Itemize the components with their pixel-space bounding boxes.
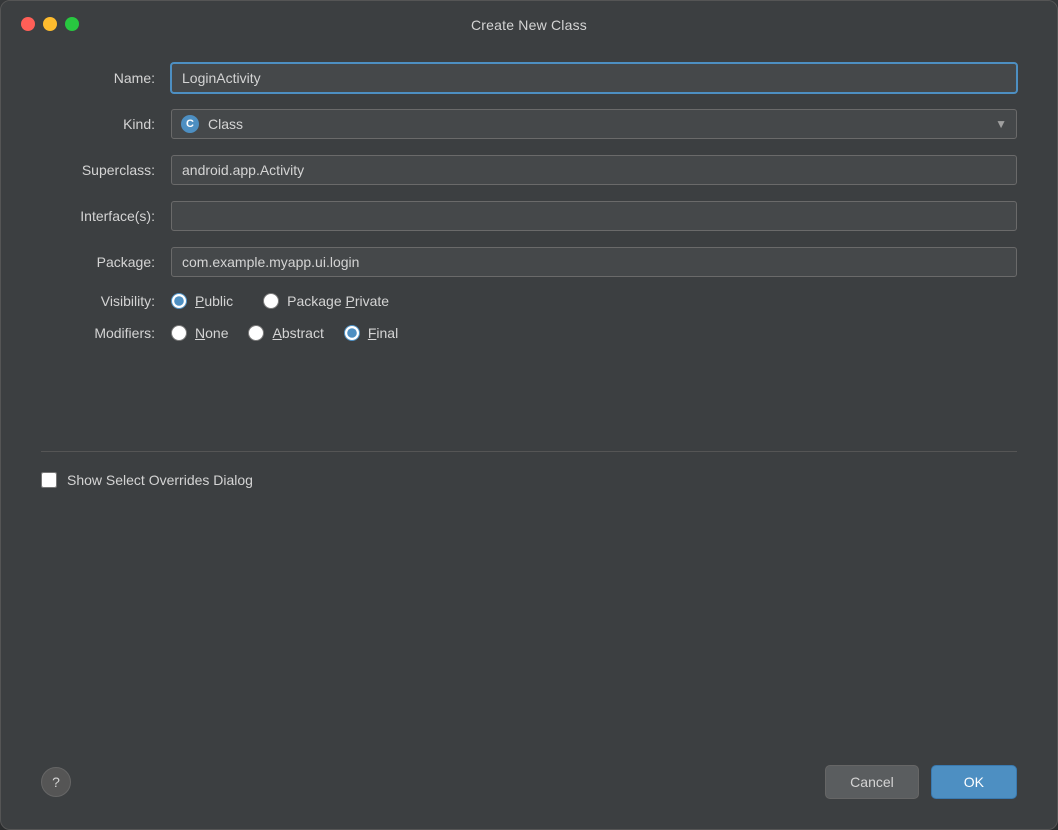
visibility-public-radio[interactable]	[171, 293, 187, 309]
interfaces-label: Interface(s):	[41, 208, 171, 224]
modifier-abstract-radio[interactable]	[248, 325, 264, 341]
dialog-title: Create New Class	[471, 17, 587, 33]
kind-row: Kind: C Class Interface Enum Annotation …	[41, 109, 1017, 139]
name-row: Name:	[41, 63, 1017, 93]
ok-button[interactable]: OK	[931, 765, 1017, 799]
interfaces-row: Interface(s):	[41, 201, 1017, 231]
kind-select[interactable]: Class Interface Enum Annotation	[171, 109, 1017, 139]
title-bar: Create New Class	[1, 1, 1057, 43]
show-overrides-row: Show Select Overrides Dialog	[41, 472, 1017, 488]
visibility-package-private-option[interactable]: Package Private	[263, 293, 389, 309]
package-row: Package:	[41, 247, 1017, 277]
modifiers-radio-group: None Abstract Final	[171, 325, 1017, 341]
superclass-row: Superclass:	[41, 155, 1017, 185]
window-controls	[21, 17, 79, 31]
modifiers-label: Modifiers:	[41, 325, 171, 341]
name-label: Name:	[41, 70, 171, 86]
spacer-2	[41, 504, 1017, 578]
modifier-none-radio[interactable]	[171, 325, 187, 341]
spacer	[41, 357, 1017, 431]
divider	[41, 451, 1017, 452]
visibility-package-private-label: Package Private	[287, 293, 389, 309]
help-button[interactable]: ?	[41, 767, 71, 797]
package-input[interactable]	[171, 247, 1017, 277]
modifier-none-label: None	[195, 325, 228, 341]
superclass-label: Superclass:	[41, 162, 171, 178]
interfaces-input[interactable]	[171, 201, 1017, 231]
kind-label: Kind:	[41, 116, 171, 132]
minimize-button[interactable]	[43, 17, 57, 31]
modifier-final-radio[interactable]	[344, 325, 360, 341]
modifier-abstract-option[interactable]: Abstract	[248, 325, 323, 341]
visibility-row: Visibility: Public Package Private	[41, 293, 1017, 309]
kind-select-wrapper: C Class Interface Enum Annotation ▼	[171, 109, 1017, 139]
visibility-public-option[interactable]: Public	[171, 293, 233, 309]
dialog-content: Name: Kind: C Class Interface Enum Annot…	[1, 43, 1057, 745]
close-button[interactable]	[21, 17, 35, 31]
create-new-class-dialog: Create New Class Name: Kind: C Class Int…	[0, 0, 1058, 830]
maximize-button[interactable]	[65, 17, 79, 31]
visibility-label: Visibility:	[41, 293, 171, 309]
visibility-public-label: Public	[195, 293, 233, 309]
modifier-final-label: Final	[368, 325, 398, 341]
package-label: Package:	[41, 254, 171, 270]
spacer-4	[41, 651, 1017, 725]
spacer-3	[41, 578, 1017, 652]
visibility-radio-group: Public Package Private	[171, 293, 1017, 309]
show-overrides-label: Show Select Overrides Dialog	[67, 472, 253, 488]
name-input[interactable]	[171, 63, 1017, 93]
show-overrides-checkbox[interactable]	[41, 472, 57, 488]
dialog-footer: ? Cancel OK	[1, 745, 1057, 829]
visibility-package-private-radio[interactable]	[263, 293, 279, 309]
cancel-button[interactable]: Cancel	[825, 765, 919, 799]
modifier-abstract-label: Abstract	[272, 325, 323, 341]
modifier-final-option[interactable]: Final	[344, 325, 398, 341]
modifier-none-option[interactable]: None	[171, 325, 228, 341]
action-buttons: Cancel OK	[825, 765, 1017, 799]
superclass-input[interactable]	[171, 155, 1017, 185]
modifiers-row: Modifiers: None Abstract Final	[41, 325, 1017, 341]
